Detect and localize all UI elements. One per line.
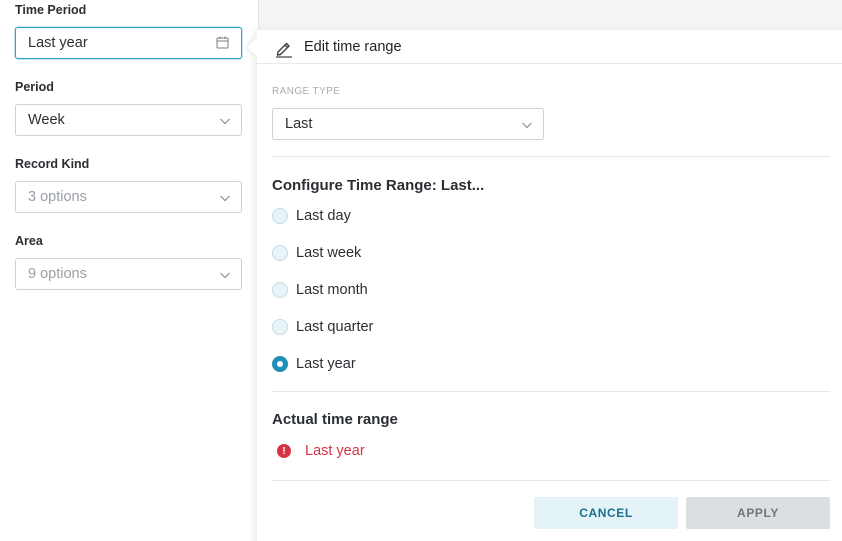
filter-panel: Time Period Last year Period Week Record… [0, 0, 258, 541]
range-type-select[interactable]: Last [272, 108, 544, 140]
divider [272, 391, 830, 392]
radio-label: Last year [296, 356, 356, 372]
edit-time-range-popover: Edit time range RANGE TYPE Last Configur… [247, 30, 842, 541]
radio-last-year[interactable]: Last year [272, 354, 356, 374]
radio-label: Last month [296, 282, 368, 298]
radio-button[interactable] [272, 208, 288, 224]
chevron-down-icon [220, 195, 230, 202]
cancel-button[interactable]: CANCEL [534, 497, 678, 529]
radio-last-quarter[interactable]: Last quarter [272, 317, 373, 337]
area-select[interactable]: 9 options [15, 258, 242, 290]
popover-title: Edit time range [304, 39, 402, 55]
actual-range-title: Actual time range [272, 411, 398, 428]
popover-header: Edit time range [257, 30, 842, 64]
radio-button-checked[interactable] [272, 356, 288, 372]
range-type-value: Last [285, 116, 313, 132]
radio-button[interactable] [272, 319, 288, 335]
actual-range-value: Last year [305, 443, 365, 459]
chevron-down-icon [522, 122, 532, 129]
radio-button[interactable] [272, 245, 288, 261]
time-period-value: Last year [28, 35, 88, 51]
pencil-icon [276, 42, 292, 58]
area-label: Area [15, 234, 43, 248]
error-icon: ! [277, 444, 291, 458]
actual-range-row: ! Last year [277, 443, 365, 459]
radio-label: Last week [296, 245, 362, 261]
time-period-label: Time Period [15, 3, 87, 17]
period-value: Week [28, 112, 65, 128]
time-period-select[interactable]: Last year [15, 27, 242, 59]
record-kind-select[interactable]: 3 options [15, 181, 242, 213]
record-kind-value: 3 options [28, 189, 87, 205]
radio-label: Last quarter [296, 319, 374, 335]
chevron-down-icon [220, 118, 230, 125]
radio-last-week[interactable]: Last week [272, 243, 361, 263]
radio-last-month[interactable]: Last month [272, 280, 368, 300]
calendar-icon [216, 36, 229, 49]
radio-label: Last day [296, 208, 351, 224]
range-type-label: RANGE TYPE [272, 86, 341, 97]
period-label: Period [15, 80, 54, 94]
background-header [258, 0, 842, 30]
radio-last-day[interactable]: Last day [272, 206, 351, 226]
divider [272, 480, 830, 481]
apply-button[interactable]: APPLY [686, 497, 830, 529]
record-kind-label: Record Kind [15, 157, 90, 171]
chevron-down-icon [220, 272, 230, 279]
area-value: 9 options [28, 266, 87, 282]
period-select[interactable]: Week [15, 104, 242, 136]
configure-title: Configure Time Range: Last... [272, 177, 485, 194]
radio-button[interactable] [272, 282, 288, 298]
divider [272, 156, 830, 157]
